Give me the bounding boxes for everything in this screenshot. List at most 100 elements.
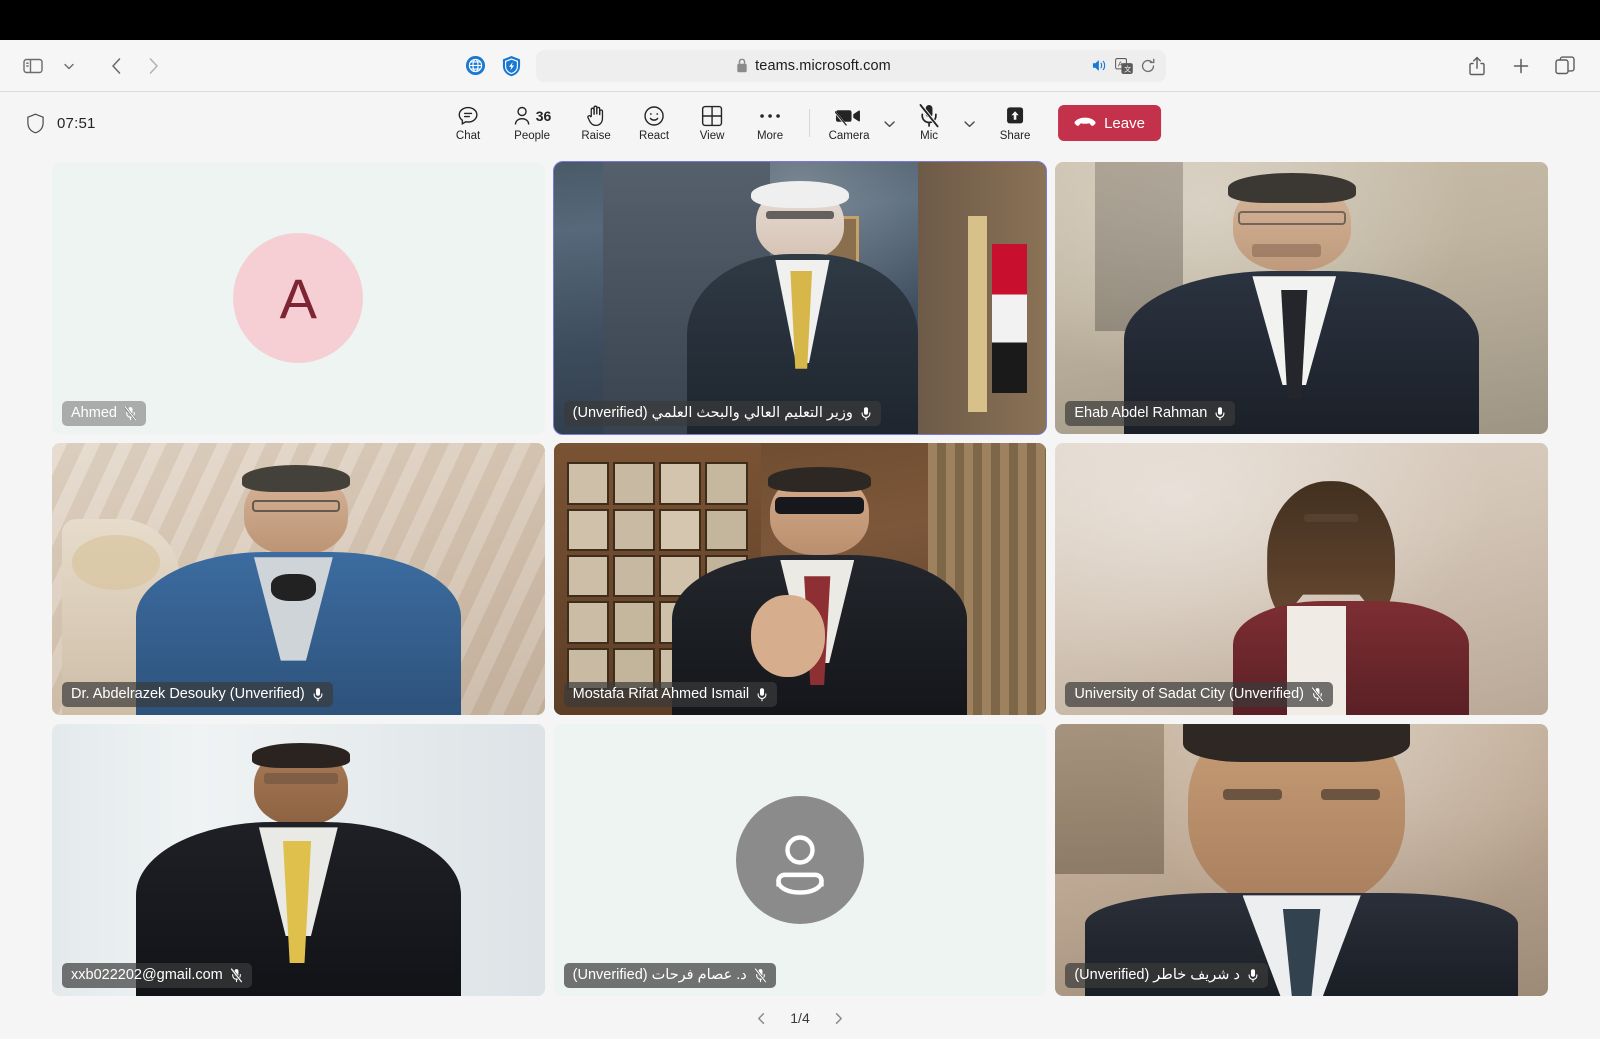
app-screen: teams.microsoft.com A 文 07:51 Chat 36 Pe…: [0, 0, 1600, 1039]
toolbar-divider: [809, 109, 811, 137]
mic-off-icon: [1311, 686, 1324, 702]
prev-page-chevron-left-icon[interactable]: [748, 1005, 774, 1031]
grid-pagination: 1/4: [0, 1005, 1600, 1031]
address-bar-content: teams.microsoft.com: [536, 58, 1091, 74]
sidebar-chevron-down-icon[interactable]: [52, 51, 86, 81]
meeting-status-group: 07:51: [14, 113, 96, 134]
people-count: 36: [535, 107, 552, 124]
share-icon[interactable]: [1460, 51, 1494, 81]
back-arrow-icon[interactable]: [100, 51, 134, 81]
mic-button[interactable]: Mic: [900, 98, 958, 148]
translate-icon[interactable]: A 文: [1115, 57, 1133, 74]
elapsed-time: 07:51: [57, 114, 96, 132]
chat-button[interactable]: Chat: [439, 98, 497, 148]
leave-button-label: Leave: [1104, 114, 1145, 132]
react-button[interactable]: React: [625, 98, 683, 148]
raise-button-label: Raise: [581, 129, 611, 142]
participant-name: Mostafa Rifat Ahmed Ismail: [572, 686, 750, 702]
participant-name: University of Sadat City (Unverified): [1074, 686, 1304, 702]
participant-name-badge: Ahmed: [62, 401, 146, 426]
speaker-playing-icon[interactable]: [1091, 58, 1108, 73]
view-button-label: View: [699, 129, 725, 142]
chat-bubble-icon: [456, 104, 480, 128]
participant-tile[interactable]: University of Sadat City (Unverified): [1055, 443, 1548, 715]
react-button-label: React: [639, 129, 670, 142]
participant-name: د شريف خاطر (Unverified): [1074, 967, 1240, 983]
shield-icon: [26, 113, 45, 134]
browser-actions-group: [1460, 51, 1600, 81]
participant-name: وزير التعليم العالي والبحث العلمي (Unver…: [572, 405, 853, 421]
participant-grid: A Ahmed وزير التعليم العالي والبحث العلم…: [52, 161, 1548, 996]
view-button[interactable]: View: [683, 98, 741, 148]
camera-off-icon: [835, 104, 863, 128]
video-feed: [1055, 724, 1548, 996]
shield-extension-icon[interactable]: [500, 55, 522, 77]
avatar-initial: A: [233, 233, 364, 363]
grid-view-icon: [701, 104, 723, 128]
teams-meeting-app: 07:51 Chat 36 People Raise React View Mo…: [0, 92, 1600, 1039]
leave-button[interactable]: Leave: [1058, 105, 1161, 141]
video-feed: [1055, 162, 1548, 434]
participant-tile[interactable]: A Ahmed: [52, 162, 545, 434]
participant-name-badge: Ehab Abdel Rahman: [1065, 401, 1236, 426]
participant-name-badge: University of Sadat City (Unverified): [1065, 682, 1333, 707]
avatar: [554, 724, 1047, 996]
video-feed: [52, 443, 545, 715]
address-bar[interactable]: teams.microsoft.com A 文: [536, 49, 1166, 82]
participant-tile[interactable]: وزير التعليم العالي والبحث العلمي (Unver…: [552, 161, 1048, 435]
mic-on-icon: [1247, 968, 1259, 983]
video-feed: [553, 162, 1047, 434]
participant-tile[interactable]: د شريف خاطر (Unverified): [1055, 724, 1548, 996]
globe-icon[interactable]: [464, 55, 486, 77]
participant-name: Dr. Abdelrazek Desouky (Unverified): [71, 686, 305, 702]
browser-toolbar: teams.microsoft.com A 文: [0, 40, 1600, 92]
participant-name-badge: Dr. Abdelrazek Desouky (Unverified): [62, 682, 333, 707]
people-button[interactable]: 36 People: [497, 98, 567, 148]
svg-text:文: 文: [1124, 64, 1131, 73]
browser-address-area: teams.microsoft.com A 文: [170, 49, 1460, 82]
mic-off-icon: [230, 967, 243, 983]
meeting-action-buttons: Chat 36 People Raise React View More Cam…: [439, 98, 1161, 148]
forward-arrow-icon[interactable]: [136, 51, 170, 81]
participant-name: Ehab Abdel Rahman: [1074, 405, 1208, 421]
hangup-phone-icon: [1074, 116, 1096, 130]
people-icon: 36: [513, 104, 552, 128]
video-feed: [553, 443, 1047, 715]
participant-name: د. عصام فرحات (Unverified): [572, 967, 747, 983]
mic-on-icon: [312, 687, 324, 702]
video-feed: [1055, 443, 1548, 715]
more-button[interactable]: More: [741, 98, 799, 148]
mic-options-chevron-down-icon[interactable]: [958, 101, 980, 145]
participant-name: Ahmed: [71, 405, 117, 421]
address-bar-actions: A 文: [1091, 57, 1166, 74]
participant-tile[interactable]: Dr. Abdelrazek Desouky (Unverified): [52, 443, 545, 715]
share-button[interactable]: Share: [986, 98, 1044, 148]
camera-button-label: Camera: [828, 129, 870, 142]
people-button-label: People: [514, 129, 550, 142]
tab-overview-icon[interactable]: [1548, 51, 1582, 81]
camera-button[interactable]: Camera: [820, 98, 878, 148]
share-screen-icon: [1003, 104, 1027, 128]
mic-off-icon: [917, 104, 941, 128]
camera-options-chevron-down-icon[interactable]: [878, 101, 900, 145]
participant-name-badge: Mostafa Rifat Ahmed Ismail: [563, 682, 778, 707]
participant-tile[interactable]: xxb022202@gmail.com: [52, 724, 545, 996]
participant-name-badge: د. عصام فرحات (Unverified): [563, 963, 776, 988]
share-button-label: Share: [999, 129, 1031, 142]
participant-name-badge: xxb022202@gmail.com: [62, 963, 252, 988]
participant-name: xxb022202@gmail.com: [71, 967, 223, 983]
page-indicator: 1/4: [790, 1010, 810, 1026]
plus-new-tab-icon[interactable]: [1504, 51, 1538, 81]
participant-tile[interactable]: Mostafa Rifat Ahmed Ismail: [553, 443, 1047, 715]
mic-button-label: Mic: [920, 129, 938, 142]
participant-tile[interactable]: د. عصام فرحات (Unverified): [553, 724, 1047, 996]
reload-icon[interactable]: [1140, 58, 1156, 74]
mic-on-icon: [756, 687, 768, 702]
next-page-chevron-right-icon[interactable]: [826, 1005, 852, 1031]
raised-hand-icon: [585, 104, 607, 128]
participant-tile[interactable]: Ehab Abdel Rahman: [1055, 162, 1548, 434]
mic-on-icon: [1214, 406, 1226, 421]
video-feed: [52, 724, 545, 996]
sidebar-toggle-icon[interactable]: [16, 51, 50, 81]
raise-hand-button[interactable]: Raise: [567, 98, 625, 148]
